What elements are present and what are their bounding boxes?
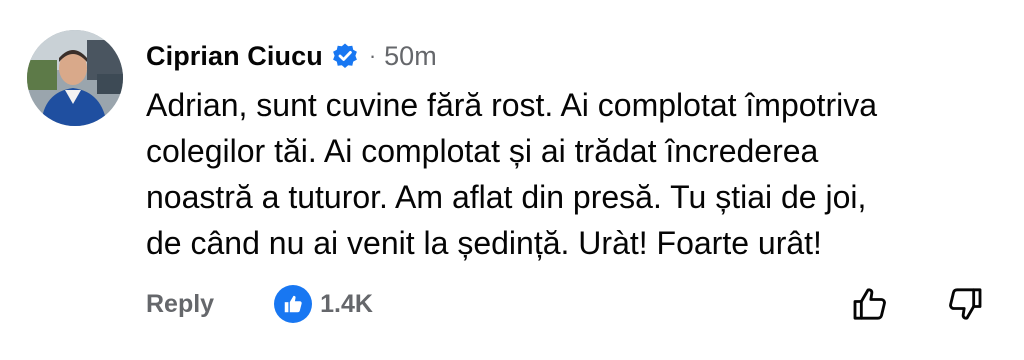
author-name[interactable]: Ciprian Ciucu <box>146 41 323 72</box>
comment-line: Adrian, sunt cuvine fără rost. Ai complo… <box>146 87 877 123</box>
avatar-photo <box>27 30 123 126</box>
comment-line: colegilor tăi. Ai complotat și ai trădat… <box>146 133 819 169</box>
thumb-up-icon[interactable] <box>846 280 894 328</box>
reaction-summary[interactable]: 1.4K <box>274 285 373 323</box>
comment-actions: Reply 1.4K <box>146 282 373 326</box>
header-separator: · <box>368 43 377 68</box>
timestamp[interactable]: 50m <box>384 41 437 72</box>
comment-line: noastră a tuturor. Am aflat din presă. T… <box>146 179 867 215</box>
reaction-count: 1.4K <box>320 289 373 318</box>
comment-line: de când nu ai venit la ședință. Uràt! Fo… <box>146 225 822 261</box>
reply-button[interactable]: Reply <box>146 290 214 319</box>
comment-header: Ciprian Ciucu · 50m <box>146 36 437 76</box>
like-icon <box>274 285 313 323</box>
comment-body: Adrian, sunt cuvine fără rost. Ai complo… <box>146 82 996 266</box>
avatar[interactable] <box>27 30 123 126</box>
thumb-down-icon[interactable] <box>941 280 989 328</box>
verified-badge-icon <box>331 42 359 70</box>
